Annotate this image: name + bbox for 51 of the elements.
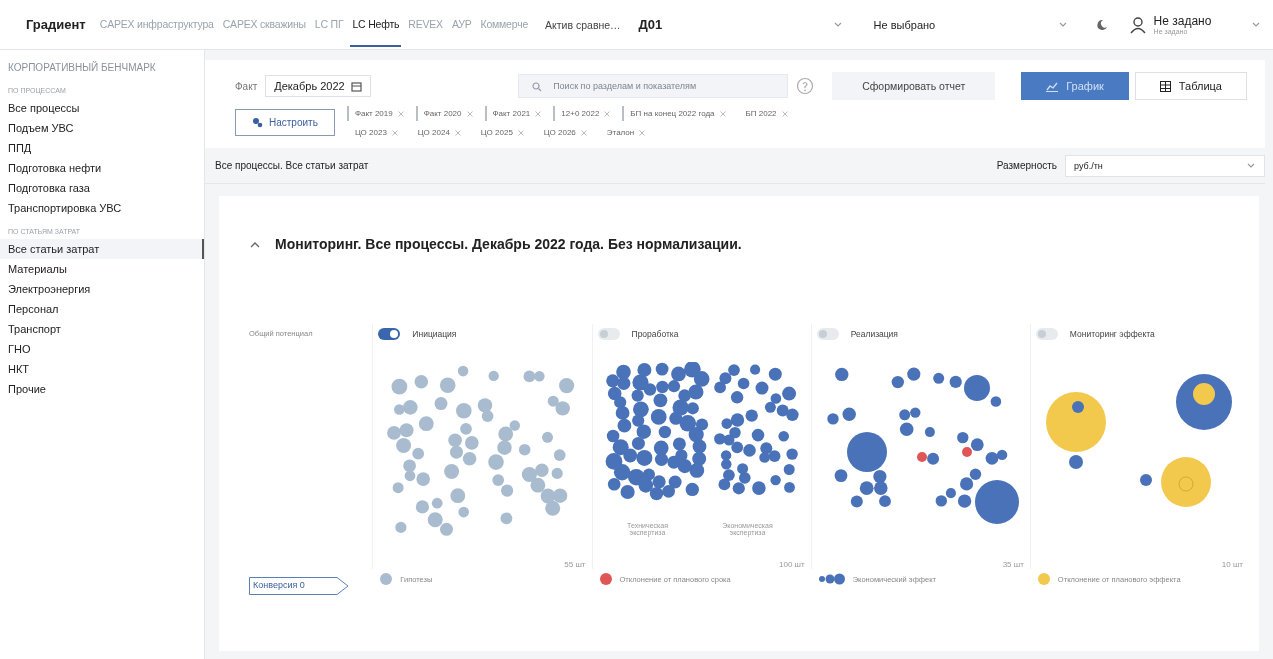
sidebar-item[interactable]: НКТ [0,359,204,379]
sidebar-item[interactable]: Все процессы [0,98,204,118]
sidebar-item[interactable]: Подготовка газа [0,178,204,198]
filter-chip[interactable]: 12+0 2022 [553,106,617,121]
brand-name: Градиент [26,17,86,32]
sidebar-item[interactable]: Материалы [0,259,204,279]
sidebar-item[interactable]: Подготовка нефти [0,158,204,178]
sidebar-item[interactable]: Транспортировка УВС [0,198,204,218]
stage-name: Мониторинг эффекта [1069,329,1155,339]
panel-title: Мониторинг. Все процессы. Декабрь 2022 года. Без нормализации. [275,236,742,252]
period-label: Факт [235,80,258,92]
count-label: 100 шт [778,560,806,569]
search-field[interactable]: Поиск по разделам и показателям [518,74,789,98]
sidebar-item[interactable]: Прочие [0,379,204,399]
filter-chip[interactable]: Факт 2021 [484,106,548,121]
sidebar-item[interactable]: Все статьи затрат [0,239,204,259]
sidebar-item[interactable]: ППД [0,138,204,158]
stage-name: Проработка [631,329,679,339]
configure-button[interactable]: Настроить [235,109,335,136]
filter-chip[interactable]: ЦО 2024 [409,125,467,140]
nav-tab[interactable]: LC Нефть [350,2,402,47]
stage-name: Инициация [412,329,457,339]
count-label: 35 шт [1001,560,1025,569]
filter-chip[interactable]: Эталон [598,125,652,140]
stage-name: Реализация [850,329,898,339]
unit-select[interactable]: руб./тн [1065,154,1265,177]
sidebar-item[interactable]: Персонал [0,299,204,319]
count-label: 55 шт [563,560,587,569]
sidebar-item[interactable]: ГНО [0,339,204,359]
breadcrumb: Все процессы. Все статьи затрат [215,160,369,171]
filter-chip[interactable]: Факт 2019 [346,106,410,121]
filter-chip[interactable]: ЦО 2023 [346,125,404,140]
filter-chip[interactable]: БП на конец 2022 года [622,106,732,121]
sidebar-item[interactable]: Транспорт [0,319,204,339]
count-label: 10 шт [1220,560,1244,569]
filter-chip[interactable]: ЦО 2025 [472,125,530,140]
unit-label: Размерность [996,160,1057,171]
sidebar-item[interactable]: Электроэнергия [0,279,204,299]
filter-chip[interactable]: БП 2022 [737,106,794,121]
filter-chip[interactable]: ЦО 2026 [535,125,593,140]
filter-select[interactable]: Не выбрано [865,14,1076,35]
conversion-tag: Конверсия 0 [249,577,349,595]
report-button[interactable]: Сформировать отчет [832,72,996,100]
date-field[interactable]: Декабрь 2022 [265,75,371,97]
asset-label: Актив сравне… [545,18,621,31]
asset-select[interactable]: Д01 [630,13,851,36]
filter-chip[interactable]: Факт 2020 [415,106,479,121]
view-tab[interactable]: Таблица [1134,72,1247,100]
sidebar-item[interactable]: Подъем УВС [0,118,204,138]
sidebar-title: КОРПОРАТИВНЫЙ БЕНЧМАРК [7,62,157,73]
user-name: Не задано [1153,14,1212,28]
